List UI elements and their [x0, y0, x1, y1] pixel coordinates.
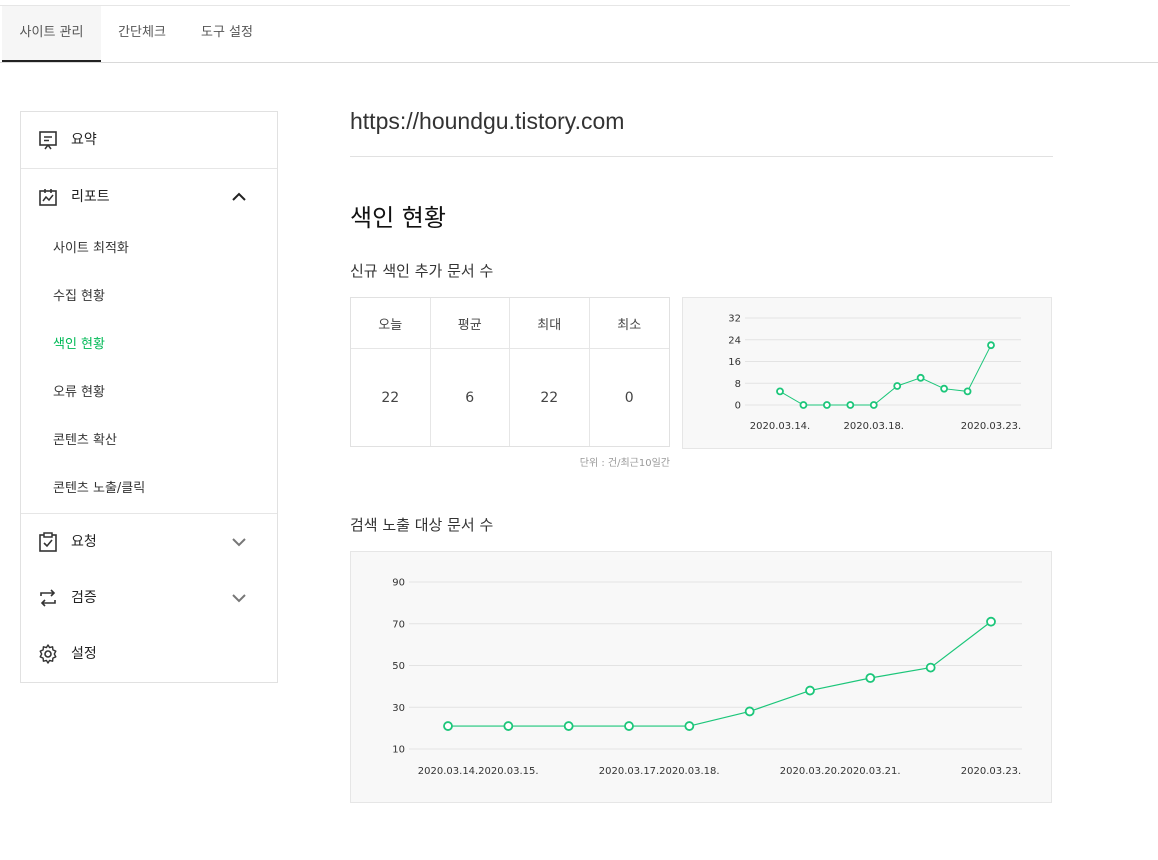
section-title-search-exposure: 검색 노출 대상 문서 수	[350, 516, 494, 534]
x-tick-label: 2020.03.18.	[844, 421, 904, 432]
data-point[interactable]	[776, 387, 784, 396]
data-point[interactable]	[865, 673, 876, 683]
x-tick-label: 2020.03.14.	[418, 766, 478, 777]
sidebar-item-verify[interactable]: 검증	[21, 570, 277, 626]
series-line	[448, 621, 992, 727]
data-point[interactable]	[869, 401, 878, 409]
sidebar-item-crawl-status[interactable]: 수집 현황	[53, 287, 105, 307]
y-tick-label: 10	[392, 745, 405, 756]
data-point[interactable]	[822, 401, 831, 409]
x-tick-label: 2020.03.23.	[961, 766, 1021, 777]
x-tick-label: 2020.03.20.	[780, 766, 840, 777]
x-tick-label: 2020.03.18.	[659, 766, 719, 777]
x-tick-label: 2020.03.15.	[478, 766, 538, 777]
search-exposure-chart-svg: 10 30 50 70 90 2020.03.14. 2020.03.15. 2020.03.…	[392, 578, 1022, 777]
data-point[interactable]	[443, 721, 453, 731]
sidebar-summary-label: 요약	[71, 132, 97, 148]
sidebar-item-error-status[interactable]: 오류 현황	[53, 383, 105, 403]
sidebar-settings-label: 설정	[71, 646, 97, 662]
chevron-up-icon[interactable]	[229, 187, 249, 207]
sidebar-item-index-status[interactable]: 색인 현황	[53, 335, 105, 355]
sidebar-item-content-spread[interactable]: 콘텐츠 확산	[53, 431, 117, 451]
sidebar-request-label: 요청	[71, 534, 97, 550]
summary-icon	[39, 131, 57, 150]
sidebar: 요약 리포트 사이트 최적화 수집 현황 색인 현황 오류 현황 콘텐츠 확산 …	[20, 111, 278, 683]
x-tick-label: 2020.03.17.	[599, 766, 659, 777]
new-index-chart-svg: 0 8 16 24 32 2020.03.14. 2020.03.18. 2020.03.23…	[728, 314, 1021, 433]
tab-quick-check[interactable]: 간단체크	[104, 6, 180, 62]
x-tick-label: 2020.03.14.	[750, 421, 810, 432]
data-point[interactable]	[684, 721, 695, 731]
sidebar-item-content-exposure[interactable]: 콘텐츠 노출/클릭	[53, 479, 145, 499]
data-point[interactable]	[940, 384, 949, 393]
data-point[interactable]	[846, 401, 855, 409]
data-point[interactable]	[987, 341, 995, 350]
sidebar-item-request[interactable]: 요청	[21, 514, 277, 570]
y-tick-label: 24	[728, 335, 741, 346]
tab-bar: 사이트 관리 간단체크 도구 설정	[0, 6, 1158, 63]
url-divider	[350, 156, 1053, 157]
data-point[interactable]	[963, 387, 972, 396]
sidebar-item-summary[interactable]: 요약	[21, 112, 277, 168]
page-title: 색인 현황	[350, 204, 446, 232]
search-exposure-chart: 10 30 50 70 90 2020.03.14. 2020.03.15. 2020.03.…	[350, 551, 1052, 803]
data-point[interactable]	[805, 685, 815, 696]
verify-icon	[40, 589, 56, 607]
data-point[interactable]	[744, 706, 755, 717]
tab-tool-settings[interactable]: 도구 설정	[186, 6, 268, 62]
section-title-new-index: 신규 색인 추가 문서 수	[350, 262, 494, 280]
sidebar-item-settings[interactable]: 설정	[21, 626, 277, 682]
gear-icon	[39, 644, 57, 664]
data-point[interactable]	[503, 721, 514, 731]
stats-value-min: 0	[624, 389, 634, 406]
data-point[interactable]	[799, 401, 808, 409]
stats-value-today: 22	[351, 349, 431, 446]
chevron-down-icon[interactable]	[229, 532, 249, 552]
x-tick-label: 2020.03.23.	[961, 421, 1021, 432]
y-tick-label: 16	[728, 357, 741, 368]
stats-header-max: 최대	[510, 298, 590, 349]
stats-unit-note: 단위 : 건/최근10일간	[579, 458, 670, 469]
stats-header-today: 오늘	[351, 298, 431, 349]
y-tick-label: 0	[735, 401, 741, 412]
data-point[interactable]	[893, 382, 902, 390]
series-line	[779, 344, 992, 406]
y-tick-label: 70	[392, 619, 405, 630]
x-tick-label: 2020.03.21.	[840, 766, 900, 777]
data-point[interactable]	[925, 662, 936, 673]
stats-value-average: 6	[431, 349, 510, 446]
new-index-chart: 0 8 16 24 32 2020.03.14. 2020.03.18. 2020.03.23…	[682, 297, 1052, 449]
data-point[interactable]	[916, 373, 925, 382]
sidebar-item-report[interactable]: 리포트	[21, 169, 277, 225]
chevron-down-icon[interactable]	[229, 588, 249, 608]
stats-header-min: 최소	[589, 298, 669, 349]
data-point[interactable]	[986, 616, 996, 627]
stats-value-max: 22	[510, 349, 590, 446]
y-tick-label: 8	[735, 379, 741, 390]
sidebar-item-site-optimization[interactable]: 사이트 최적화	[53, 239, 129, 259]
index-stats-table: 오늘 평균 최대 최소 22 6 22 0	[350, 297, 670, 447]
data-point[interactable]	[563, 721, 574, 731]
y-tick-label: 30	[392, 703, 405, 714]
y-tick-label: 32	[728, 314, 741, 325]
sidebar-report-label: 리포트	[71, 189, 110, 205]
tab-site-management[interactable]: 사이트 관리	[2, 6, 101, 62]
data-point[interactable]	[624, 721, 634, 731]
report-icon	[39, 189, 57, 206]
request-icon	[39, 532, 57, 552]
stats-header-average: 평균	[430, 298, 510, 349]
y-tick-label: 50	[392, 661, 405, 672]
sidebar-verify-label: 검증	[71, 590, 97, 606]
y-tick-label: 90	[392, 578, 405, 589]
site-url: https://houndgu.tistory.com	[350, 108, 625, 134]
